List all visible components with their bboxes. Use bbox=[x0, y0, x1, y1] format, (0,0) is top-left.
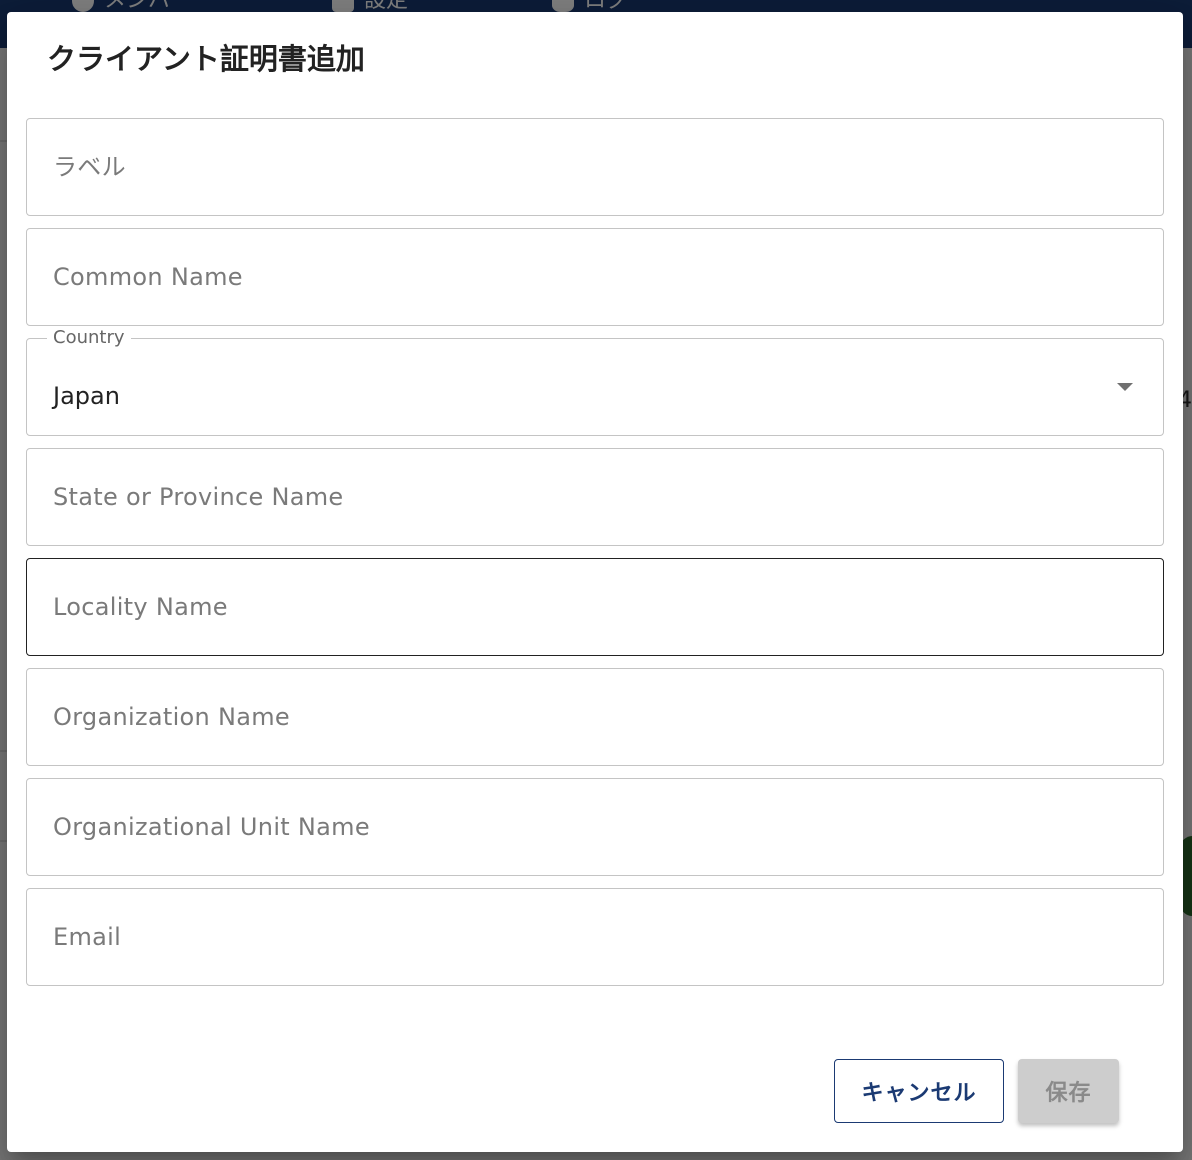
add-client-certificate-dialog: クライアント証明書追加 ラベル Common Name Country Japa… bbox=[7, 12, 1183, 1152]
organizational-unit-placeholder: Organizational Unit Name bbox=[53, 813, 370, 841]
cancel-button[interactable]: キャンセル bbox=[834, 1059, 1004, 1123]
caret-down-icon[interactable] bbox=[1117, 383, 1133, 391]
state-placeholder: State or Province Name bbox=[53, 483, 344, 511]
label-field[interactable]: ラベル bbox=[26, 118, 1164, 216]
label-placeholder: ラベル bbox=[53, 153, 126, 181]
common-name-field[interactable]: Common Name bbox=[26, 228, 1164, 326]
dialog-actions: キャンセル 保存 bbox=[834, 1059, 1119, 1123]
save-button[interactable]: 保存 bbox=[1018, 1059, 1119, 1123]
organization-placeholder: Organization Name bbox=[53, 703, 290, 731]
email-placeholder: Email bbox=[53, 923, 122, 951]
common-name-placeholder: Common Name bbox=[53, 263, 243, 291]
country-select[interactable]: Country Japan bbox=[26, 327, 1164, 436]
certificate-form: ラベル Common Name Country Japan State or P… bbox=[26, 118, 1164, 998]
country-value: Japan bbox=[53, 382, 120, 410]
locality-field[interactable]: Locality Name bbox=[26, 558, 1164, 656]
email-field[interactable]: Email bbox=[26, 888, 1164, 986]
organizational-unit-field[interactable]: Organizational Unit Name bbox=[26, 778, 1164, 876]
organization-field[interactable]: Organization Name bbox=[26, 668, 1164, 766]
state-field[interactable]: State or Province Name bbox=[26, 448, 1164, 546]
locality-placeholder: Locality Name bbox=[53, 593, 228, 621]
dialog-title: クライアント証明書追加 bbox=[47, 42, 365, 76]
